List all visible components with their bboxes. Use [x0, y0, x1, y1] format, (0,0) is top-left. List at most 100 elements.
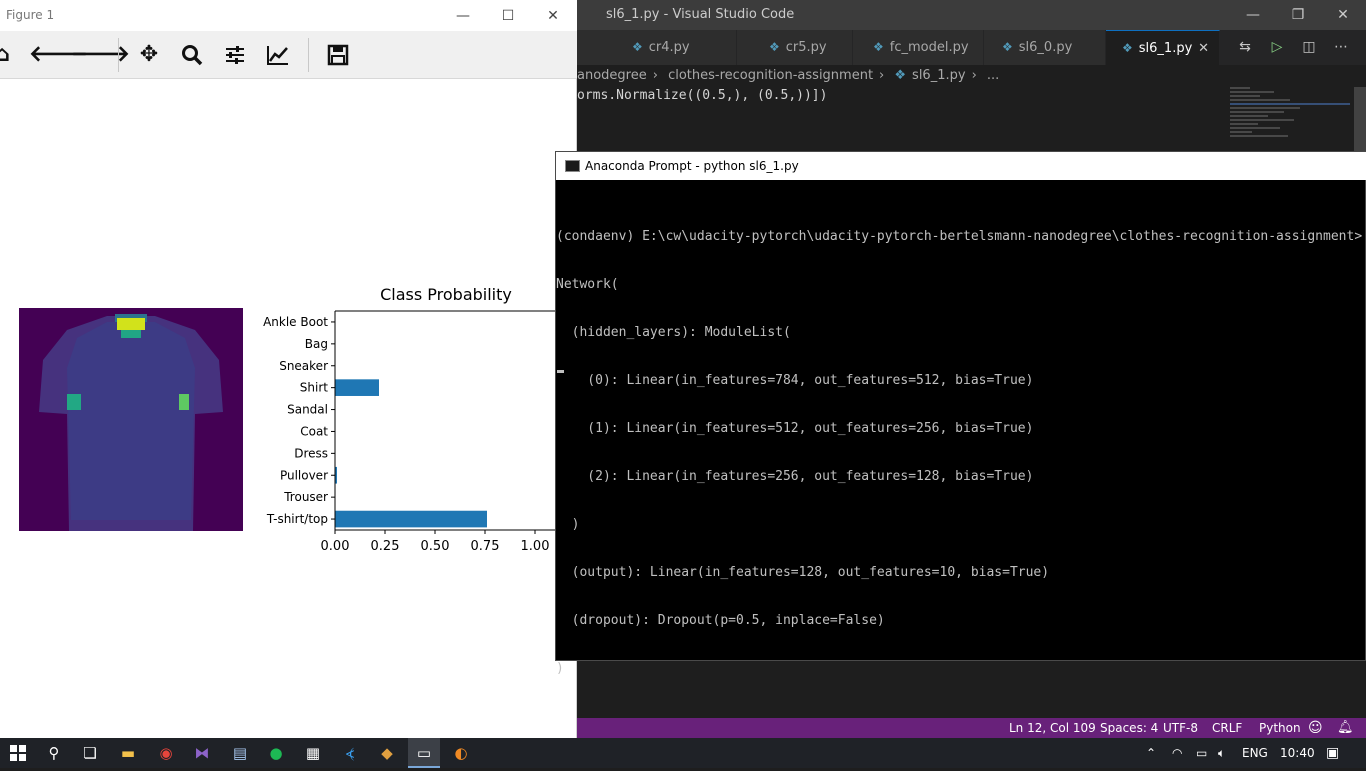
chevron-right-icon: ›	[652, 68, 658, 83]
breadcrumb-item[interactable]: sl6_1.py	[912, 68, 966, 83]
x-tick-label: 0.50	[421, 539, 450, 554]
pan-icon[interactable]: ✥	[133, 39, 165, 71]
terminal-line: (hidden_layers): ModuleList(	[556, 325, 791, 340]
chart-bars	[335, 379, 487, 528]
file-explorer-icon[interactable]: ▬	[112, 738, 144, 768]
windows-start-icon[interactable]	[2, 738, 34, 768]
terminal-line: )	[556, 661, 564, 676]
chevron-right-icon: ›	[879, 68, 885, 83]
minimize-icon[interactable]: —	[448, 5, 478, 27]
media-app-icon[interactable]: ▦	[297, 738, 329, 768]
tab-cr4[interactable]: ❖ cr4.py	[577, 30, 737, 65]
anaconda-title-bar: Anaconda Prompt - python sl6_1.py	[556, 152, 1366, 180]
anaconda-prompt-icon[interactable]: ▭	[408, 738, 440, 768]
status-cursor-position[interactable]: Ln 12, Col 109	[1009, 718, 1096, 738]
configure-subplots-icon[interactable]	[219, 39, 251, 71]
visual-studio-icon[interactable]: ⧓	[186, 738, 218, 768]
home-icon[interactable]: ⌂	[0, 39, 18, 71]
action-center-icon[interactable]: ▣	[1326, 738, 1339, 768]
chrome-icon[interactable]: ◉	[150, 738, 182, 768]
chart-title: Class Probability	[380, 285, 512, 304]
python-file-icon: ❖	[769, 40, 780, 54]
restore-icon[interactable]: ❐	[1286, 4, 1310, 26]
tab-fc-model[interactable]: ❖ fc_model.py	[853, 30, 984, 65]
chart-x-tick-labels: 0.00 0.25 0.50 0.75 1.00	[321, 530, 550, 554]
status-eol[interactable]: CRLF	[1212, 718, 1242, 738]
terminal-cursor	[557, 370, 564, 373]
x-tick-label: 1.00	[521, 539, 550, 554]
tab-sl6-1[interactable]: ❖ sl6_1.py ✕	[1106, 30, 1220, 65]
terminal-line: (output): Linear(in_features=128, out_fe…	[556, 565, 1050, 580]
vscode-icon[interactable]: ⦓	[334, 738, 366, 768]
tshirt-image	[19, 308, 243, 531]
split-editor-icon[interactable]: ◫	[1296, 30, 1322, 65]
notepad-icon[interactable]: ▤	[224, 738, 256, 768]
git-app-icon[interactable]: ◆	[371, 738, 403, 768]
class-probability-chart: Class Probability Ankle Boot Bag Sneaker Sh…	[263, 285, 555, 554]
maximize-icon[interactable]: ☐	[493, 5, 523, 27]
chart-y-tick-labels: Ankle Boot Bag Sneaker Shirt Sandal Coat Dress…	[263, 315, 335, 526]
y-tick-label: Dress	[294, 446, 328, 460]
breadcrumb-item[interactable]: anodegree	[577, 68, 647, 83]
breadcrumb: anodegree › clothes-recognition-assignmen…	[577, 65, 1366, 87]
tab-sl6-0[interactable]: ❖ sl6_0.py	[984, 30, 1106, 65]
terminal-icon	[565, 160, 580, 172]
figure-window-title: Figure 1	[6, 8, 55, 22]
zoom-icon[interactable]	[176, 39, 208, 71]
y-tick-label: Pullover	[280, 468, 328, 482]
minimize-icon[interactable]: —	[1241, 4, 1265, 26]
python-file-icon: ❖	[1122, 41, 1133, 55]
feedback-icon[interactable]: ☺	[1308, 718, 1323, 738]
figure-window: Figure 1 — ☐ ✕ ⌂ 🡐 🡒 ✥ Class Probability…	[0, 0, 577, 738]
y-tick-label: Sandal	[287, 403, 328, 417]
status-encoding[interactable]: UTF-8	[1163, 718, 1198, 738]
minimap[interactable]	[1230, 87, 1354, 147]
task-view-icon[interactable]: ❏	[74, 738, 106, 768]
tab-cr5[interactable]: ❖ cr5.py	[737, 30, 853, 65]
terminal-output[interactable]: (condaenv) E:\cw\udacity-pytorch\udacity…	[556, 197, 1366, 709]
battery-icon[interactable]: ▭	[1196, 738, 1207, 768]
vscode-window-title: sl6_1.py - Visual Studio Code	[606, 7, 795, 22]
y-tick-label: Trouser	[283, 490, 328, 504]
save-icon[interactable]	[322, 39, 354, 71]
y-tick-label: T-shirt/top	[266, 512, 328, 526]
python-file-icon: ❖	[894, 68, 907, 83]
python-file-icon: ❖	[1002, 40, 1013, 54]
bar-shirt	[335, 379, 379, 396]
compare-icon[interactable]: ⇆	[1232, 30, 1258, 65]
y-tick-label: Shirt	[300, 381, 328, 395]
wifi-icon[interactable]: ◠	[1172, 738, 1182, 768]
volume-icon[interactable]: 🔈︎	[1218, 738, 1225, 768]
python-file-icon: ❖	[632, 40, 643, 54]
status-language[interactable]: Python	[1259, 718, 1301, 738]
run-icon[interactable]: ▷	[1264, 30, 1290, 65]
x-tick-label: 0.25	[371, 539, 400, 554]
notifications-icon[interactable]: 🔔︎	[1337, 718, 1354, 738]
forward-arrow-icon[interactable]: 🡒	[71, 39, 130, 71]
close-icon[interactable]: ✕	[538, 5, 568, 27]
chevron-right-icon: ›	[971, 68, 977, 83]
code-line[interactable]: orms.Normalize((0.5,), (0.5,))])	[577, 88, 1227, 108]
terminal-line: (2): Linear(in_features=256, out_feature…	[556, 469, 1034, 484]
breadcrumb-item[interactable]: ...	[987, 68, 999, 83]
status-indentation[interactable]: Spaces: 4	[1100, 718, 1158, 738]
close-icon[interactable]: ✕	[1331, 4, 1355, 26]
language-indicator[interactable]: ENG	[1242, 738, 1268, 768]
x-tick-label: 0.00	[321, 539, 350, 554]
edit-axis-icon[interactable]	[262, 39, 294, 71]
more-actions-icon[interactable]: ⋯	[1328, 30, 1354, 65]
back-arrow-icon[interactable]: 🡐	[29, 39, 88, 71]
figure-title-bar: Figure 1 — ☐ ✕	[0, 0, 577, 31]
terminal-line: (dropout): Dropout(p=0.5, inplace=False)	[556, 613, 885, 628]
close-tab-icon[interactable]: ✕	[1198, 31, 1209, 66]
clock[interactable]: 10:40	[1280, 738, 1315, 768]
spotify-icon[interactable]: ●	[260, 738, 292, 768]
breadcrumb-item[interactable]: clothes-recognition-assignment	[668, 68, 873, 83]
chevron-up-icon[interactable]: ⌃	[1146, 738, 1156, 768]
terminal-line: (0): Linear(in_features=784, out_feature…	[556, 373, 1034, 388]
matplotlib-figure-icon[interactable]: ◐	[445, 738, 477, 768]
search-icon[interactable]: ⚲	[38, 738, 70, 768]
editor-scrollbar[interactable]	[1354, 87, 1366, 151]
status-bar: Ln 12, Col 109 Spaces: 4 UTF-8 CRLF Pyth…	[577, 718, 1366, 738]
chart-axes-frame	[334, 310, 555, 531]
